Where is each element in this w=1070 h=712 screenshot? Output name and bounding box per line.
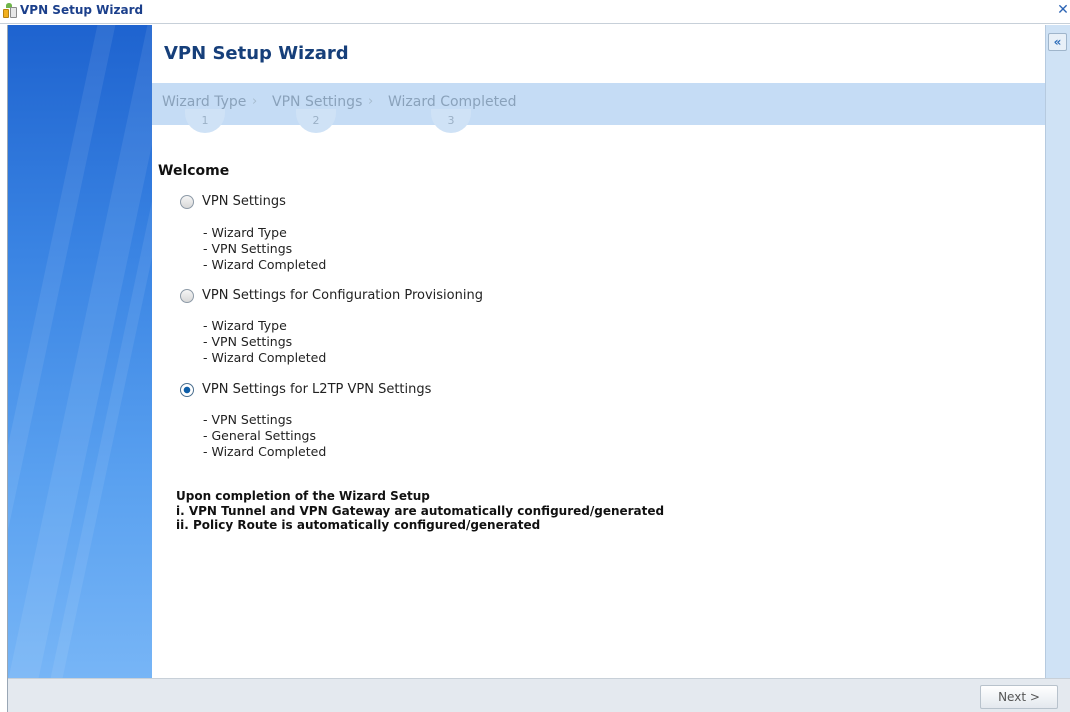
step-number-3: 3 [431, 109, 471, 133]
list-item: - Wizard Completed [203, 257, 327, 272]
step-vpn-settings: VPN Settings [272, 94, 363, 110]
list-item: - Wizard Type [203, 225, 287, 240]
decorative-sidebar [8, 25, 152, 678]
list-item: - VPN Settings [203, 241, 293, 256]
step-wizard-completed: Wizard Completed [388, 94, 517, 110]
option-label: VPN Settings [202, 194, 286, 209]
wizard-footer: Next > [8, 678, 1070, 712]
window-title: VPN Setup Wizard [20, 3, 144, 17]
welcome-heading: Welcome [158, 163, 230, 179]
note-line: i. VPN Tunnel and VPN Gateway are automa… [176, 503, 665, 518]
option-steps-list: - VPN Settings - General Settings - Wiza… [203, 412, 326, 460]
radio-vpn-config-provisioning[interactable] [180, 288, 194, 303]
note-line: Upon completion of the Wizard Setup [176, 489, 430, 503]
wizard-app-icon [2, 3, 18, 19]
collapse-icon[interactable]: « [1048, 33, 1067, 51]
right-scroll-panel[interactable]: « [1045, 25, 1070, 678]
step-separator-icon: › [252, 94, 258, 109]
step-number-2: 2 [296, 109, 336, 133]
radio-l2tp-vpn-settings[interactable] [180, 382, 194, 397]
wizard-steps: Wizard Type › VPN Settings › Wizard Comp… [152, 83, 1045, 133]
completion-note: Upon completion of the Wizard Setup i. V… [176, 489, 664, 533]
list-item: - General Settings [203, 428, 316, 443]
option-label: VPN Settings for Configuration Provision… [202, 288, 483, 303]
title-bar: VPN Setup Wizard ✕ [0, 0, 1070, 24]
list-item: - Wizard Completed [203, 350, 327, 365]
option-l2tp-vpn-settings[interactable]: VPN Settings for L2TP VPN Settings [180, 382, 431, 397]
wizard-content: VPN Setup Wizard Wizard Type › VPN Setti… [152, 25, 1045, 678]
step-wizard-type: Wizard Type [162, 94, 247, 110]
note-line: ii. Policy Route is automatically config… [176, 518, 541, 532]
list-item: - VPN Settings [203, 334, 293, 349]
radio-vpn-settings[interactable] [180, 194, 194, 209]
option-label: VPN Settings for L2TP VPN Settings [202, 382, 432, 397]
list-item: - Wizard Completed [203, 444, 327, 459]
next-button[interactable]: Next > [980, 685, 1058, 709]
page-title: VPN Setup Wizard [164, 43, 349, 64]
option-vpn-settings[interactable]: VPN Settings [180, 194, 286, 209]
option-vpn-config-provisioning[interactable]: VPN Settings for Configuration Provision… [180, 288, 483, 303]
option-steps-list: - Wizard Type - VPN Settings - Wizard Co… [203, 225, 326, 273]
window-left-edge [0, 25, 8, 712]
step-separator-icon: › [368, 94, 374, 109]
option-steps-list: - Wizard Type - VPN Settings - Wizard Co… [203, 318, 326, 366]
step-number-1: 1 [185, 109, 225, 133]
list-item: - VPN Settings [203, 412, 293, 427]
list-item: - Wizard Type [203, 318, 287, 333]
close-icon[interactable]: ✕ [1056, 2, 1070, 18]
